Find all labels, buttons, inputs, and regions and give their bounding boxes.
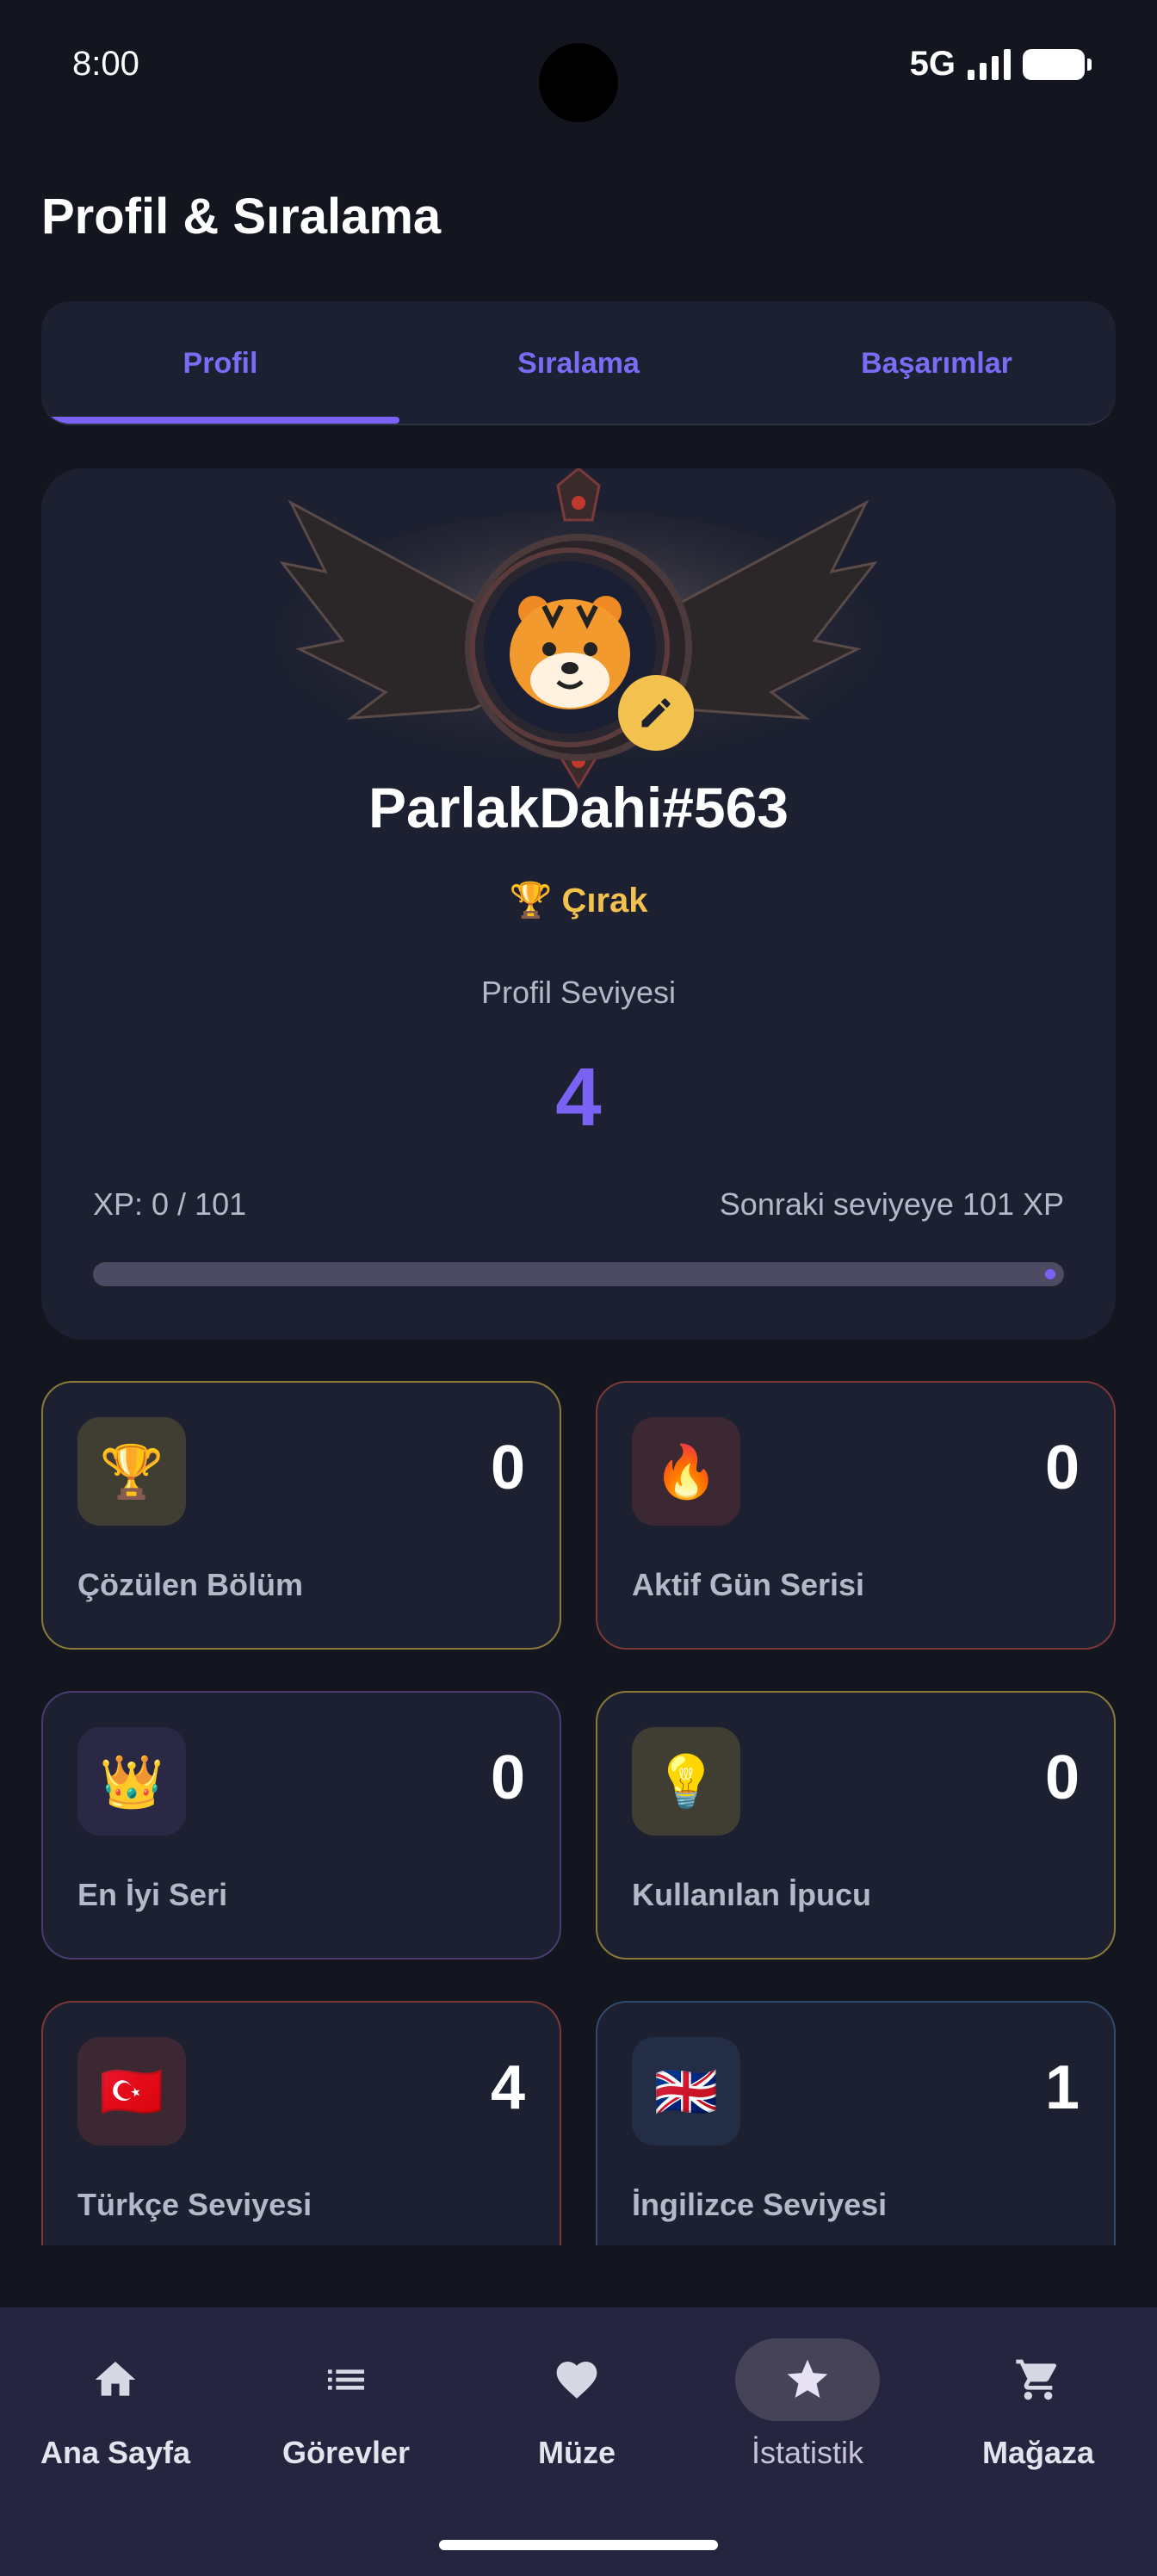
trophy-icon: 🏆 [77, 1417, 186, 1526]
level-caption: Profil Seviyesi [480, 975, 677, 1010]
stat-card-active-streak: 🔥 0 Aktif Gün Serisi [596, 1381, 1116, 1650]
lightbulb-icon: 💡 [632, 1727, 740, 1836]
uk-flag-icon: 🇬🇧 [632, 2037, 740, 2146]
stat-value: 0 [1044, 1434, 1080, 1502]
cart-icon [1016, 2359, 1057, 2400]
nav-label: Görevler [282, 2435, 411, 2470]
rank-label: Çırak [561, 882, 648, 920]
trophy-icon: 🏆 [509, 882, 553, 920]
battery-icon [1023, 48, 1092, 80]
camera-cutout [539, 43, 618, 122]
signal-icon [968, 48, 1011, 80]
nav-store[interactable]: Mağaza [923, 2307, 1154, 2531]
nav-tasks[interactable]: Görevler [231, 2307, 461, 2531]
fire-icon: 🔥 [632, 1417, 740, 1526]
tab-profil[interactable]: Profil [41, 301, 399, 424]
stat-value: 4 [490, 2053, 525, 2122]
home-indicator [439, 2540, 718, 2550]
status-time: 8:00 [72, 45, 139, 83]
xp-text: XP: 0 / 101 [93, 1186, 247, 1222]
level-value: 4 [555, 1051, 602, 1143]
turkey-flag-icon: 🇹🇷 [77, 2037, 186, 2146]
bottom-navigation: Ana Sayfa Görevler Müze İstatistik Mağaz… [0, 2307, 1157, 2576]
home-icon [95, 2362, 136, 2396]
stat-value: 0 [1044, 1743, 1080, 1812]
active-tab-indicator [41, 417, 399, 424]
list-icon [328, 2369, 364, 2390]
stat-label: Çözülen Bölüm [77, 1567, 303, 1602]
stat-label: En İyi Seri [77, 1877, 228, 1912]
profile-card: ParlakDahi#563 🏆 Çırak Profil Seviyesi 4… [41, 468, 1116, 1340]
stat-card-solved-chapters: 🏆 0 Çözülen Bölüm [41, 1381, 561, 1650]
status-bar: 8:00 5G [0, 0, 1157, 138]
tab-bar: Profil Sıralama Başarımlar [41, 301, 1116, 425]
nav-label: Mağaza [981, 2435, 1095, 2470]
nav-label: Ana Sayfa [40, 2435, 191, 2470]
nav-label: İstatistik [751, 2435, 864, 2470]
xp-progress-indicator [1045, 1269, 1055, 1279]
stat-card-english-level: 🇬🇧 1 İngilizce Seviyesi [596, 2001, 1116, 2245]
tab-basarimlar[interactable]: Başarımlar [758, 301, 1116, 424]
stat-card-best-streak: 👑 0 En İyi Seri [41, 1691, 561, 1960]
stat-label: Türkçe Seviyesi [77, 2187, 312, 2222]
xp-progress-bar [93, 1262, 1064, 1286]
tab-siralama[interactable]: Sıralama [399, 301, 758, 424]
pencil-icon [641, 698, 671, 728]
stat-label: İngilizce Seviyesi [632, 2187, 888, 2222]
status-indicators: 5G [909, 45, 1092, 84]
stat-value: 1 [1044, 2053, 1080, 2122]
stat-card-hints-used: 💡 0 Kullanılan İpucu [596, 1691, 1116, 1960]
stat-card-turkish-level: 🇹🇷 4 Türkçe Seviyesi [41, 2001, 561, 2245]
heart-icon [556, 2362, 597, 2399]
edit-avatar-button[interactable] [618, 675, 694, 751]
rank-badge: 🏆 Çırak [41, 880, 1116, 920]
nav-statistics[interactable]: İstatistik [692, 2307, 923, 2531]
network-label: 5G [909, 45, 956, 83]
stat-label: Aktif Gün Serisi [632, 1567, 865, 1602]
nav-home[interactable]: Ana Sayfa [0, 2307, 231, 2531]
stat-label: Kullanılan İpucu [632, 1877, 872, 1912]
star-icon [787, 2359, 828, 2398]
stat-value: 0 [490, 1434, 525, 1502]
nav-museum[interactable]: Müze [461, 2307, 692, 2531]
next-level-text: Sonraki seviyeye 101 XP [719, 1186, 1064, 1222]
username: ParlakDahi#563 [368, 776, 789, 839]
page-title: Profil & Sıralama [41, 189, 442, 245]
stat-value: 0 [490, 1743, 525, 1812]
nav-label: Müze [538, 2435, 616, 2470]
crown-icon: 👑 [77, 1727, 186, 1836]
